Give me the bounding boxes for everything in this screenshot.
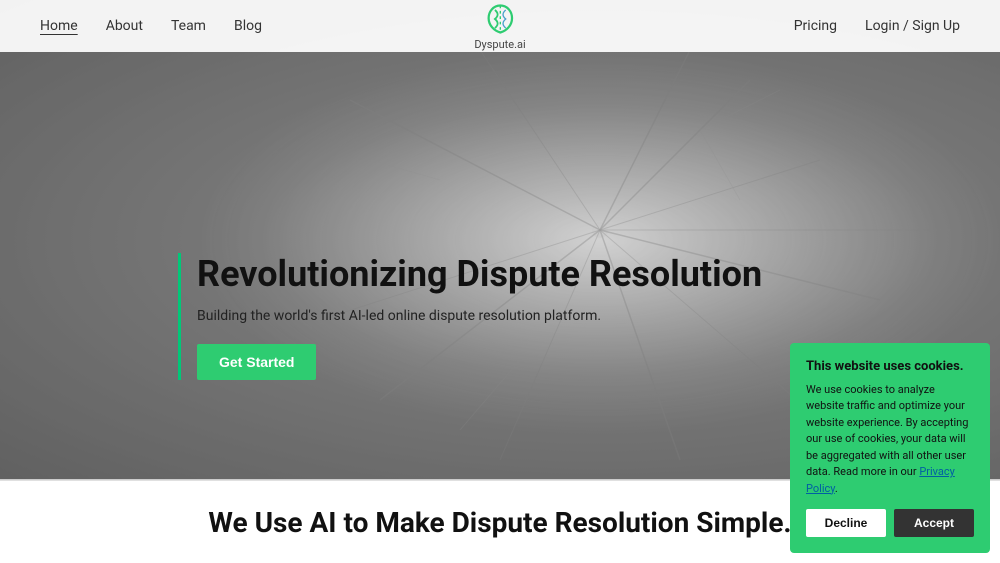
cookie-body: We use cookies to analyze website traffi… [806,382,974,498]
logo-text: Dyspute.ai [474,38,525,51]
cookie-title: This website uses cookies. [806,359,974,374]
accept-button[interactable]: Accept [894,509,974,537]
bottom-title: We Use AI to Make Dispute Resolution Sim… [208,506,791,539]
cookie-banner: This website uses cookies. We use cookie… [790,343,990,554]
nav-link-blog[interactable]: Blog [234,18,262,34]
nav-link-about[interactable]: About [106,18,143,34]
hero-title: Revolutionizing Dispute Resolution [197,253,762,296]
nav-left-links: Home About Team Blog [40,18,262,34]
nav-link-team[interactable]: Team [171,18,206,34]
nav-link-pricing[interactable]: Pricing [794,18,837,34]
logo-icon [482,1,518,37]
hero-subtitle: Building the world's first AI-led online… [197,308,762,324]
navbar: Home About Team Blog Dyspute.ai Pricing … [0,0,1000,52]
get-started-button[interactable]: Get Started [197,344,316,380]
nav-link-home[interactable]: Home [40,18,78,34]
decline-button[interactable]: Decline [806,509,886,537]
nav-link-login[interactable]: Login / Sign Up [865,18,960,34]
hero-content: Revolutionizing Dispute Resolution Build… [178,253,762,380]
logo[interactable]: Dyspute.ai [474,1,525,51]
nav-right-links: Pricing Login / Sign Up [794,18,960,34]
cookie-actions: Decline Accept [806,509,974,537]
